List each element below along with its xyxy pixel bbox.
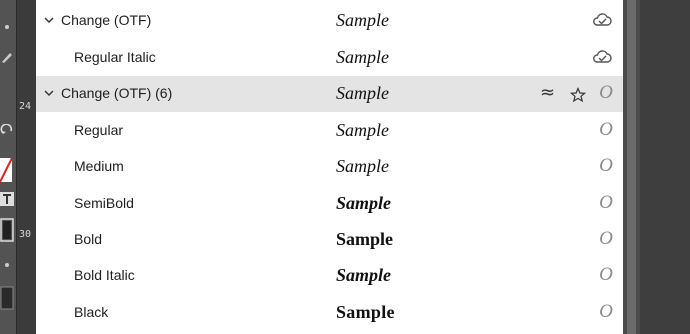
cloud-sync-icon <box>593 50 612 63</box>
chevron-down-icon[interactable] <box>44 89 54 97</box>
font-style-name: Bold <box>74 231 103 247</box>
font-sample: Sample <box>336 193 392 213</box>
tool-dot-icon[interactable] <box>0 20 14 34</box>
font-style-name: SemiBold <box>74 195 134 211</box>
font-sample: Sample <box>336 156 389 176</box>
font-sample: Sample <box>336 265 392 285</box>
scrollbar-thumb[interactable] <box>627 0 636 334</box>
font-style-name: Black <box>74 304 109 320</box>
font-style-name: Bold Italic <box>74 267 135 283</box>
font-sample: Sample <box>336 120 389 140</box>
otf-icon: O <box>599 301 613 322</box>
favorite-star-icon[interactable] <box>570 87 586 103</box>
otf-icon: O <box>599 228 613 249</box>
tool-strip: 24 30 <box>0 0 36 334</box>
font-family-name: Change (OTF) (6) <box>61 85 173 101</box>
show-similar-icon[interactable]: ≈ <box>540 82 555 103</box>
vertical-ruler <box>16 0 36 334</box>
font-style-row[interactable]: Medium Sample O <box>36 149 623 185</box>
font-style-name: Regular <box>74 122 124 138</box>
tool-dot-icon[interactable] <box>0 258 14 272</box>
font-sample: Sample <box>336 10 389 30</box>
otf-icon: O <box>599 264 613 285</box>
screen-mode-icon[interactable] <box>0 286 14 310</box>
chevron-down-icon[interactable] <box>44 16 54 24</box>
ruler-mark-30: 30 <box>19 229 32 240</box>
otf-icon: O <box>599 192 613 213</box>
otf-icon: O <box>599 119 613 140</box>
font-style-name: Medium <box>74 158 124 174</box>
cloud-sync-icon <box>593 13 612 26</box>
font-list-panel: Change (OTF) Sample Regular Italic Sampl… <box>36 0 623 334</box>
font-sample: Sample <box>336 47 389 67</box>
font-sample: Sample <box>336 229 394 249</box>
otf-icon: O <box>599 82 613 103</box>
font-family-name: Change (OTF) <box>61 12 152 28</box>
otf-icon: O <box>599 155 613 176</box>
font-sample: Sample <box>336 302 395 322</box>
font-style-row[interactable]: SemiBold Sample O <box>36 186 623 222</box>
font-style-name: Regular Italic <box>74 49 156 65</box>
frame-tool-icon[interactable] <box>0 218 14 242</box>
font-family-row[interactable]: Change (OTF) Sample <box>36 3 623 39</box>
font-family-row-selected[interactable]: Change (OTF) (6) Sample ≈ O <box>36 76 623 112</box>
font-style-row[interactable]: Bold Italic Sample O <box>36 258 623 294</box>
swap-arrow-icon[interactable] <box>0 124 14 138</box>
font-style-row[interactable]: Bold Sample O <box>36 222 623 258</box>
ruler-mark-24: 24 <box>19 101 32 112</box>
fill-stroke-swatch-icon[interactable] <box>0 158 12 182</box>
font-style-row[interactable]: Black Sample O <box>36 295 623 331</box>
font-style-row[interactable]: Regular Sample O <box>36 113 623 149</box>
font-sample: Sample <box>336 83 389 103</box>
type-tool-icon[interactable] <box>0 192 14 206</box>
font-style-row[interactable]: Regular Italic Sample <box>36 40 623 76</box>
side-panel-edge <box>640 0 690 334</box>
pen-tool-icon[interactable] <box>0 50 14 64</box>
